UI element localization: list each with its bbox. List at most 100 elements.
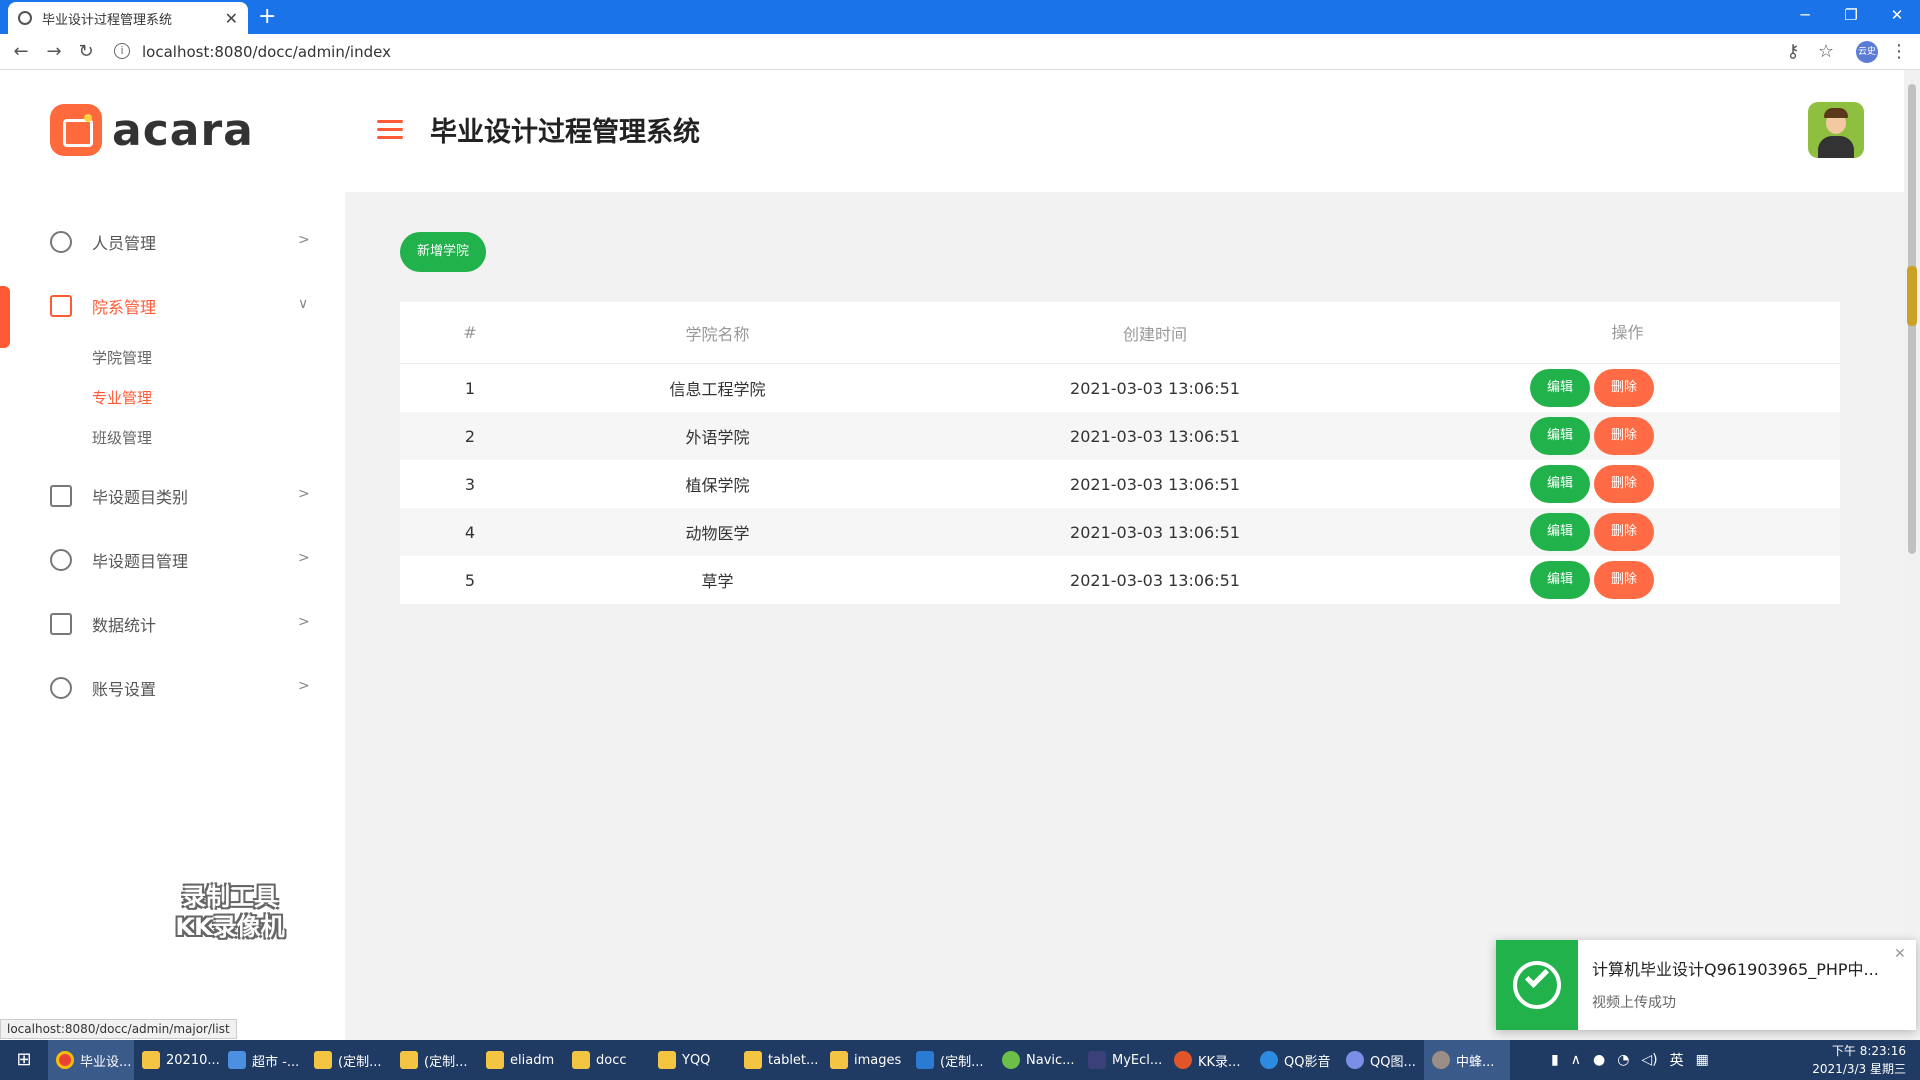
window-close-icon[interactable]: ✕	[1874, 0, 1920, 30]
delete-button[interactable]: 删除	[1594, 513, 1654, 551]
submenu-item-class[interactable]: 班级管理	[0, 418, 345, 458]
bookmark-star-icon[interactable]: ☆	[1815, 41, 1837, 63]
sidebar-item-personnel[interactable]: 人员管理 >	[0, 210, 345, 274]
clock-time: 下午 8:23:16	[1831, 1044, 1906, 1058]
taskbar-item[interactable]: (定制...	[908, 1040, 994, 1080]
avatar[interactable]	[1808, 102, 1864, 158]
taskbar-item[interactable]: QQ图...	[1338, 1040, 1424, 1080]
table-row: 2 外语学院 2021-03-03 13:06:51 编辑 删除	[400, 412, 1840, 460]
taskbar-item[interactable]: KK录...	[1166, 1040, 1252, 1080]
cell-actions: 编辑 删除	[1415, 508, 1840, 556]
taskbar-item[interactable]: (定制...	[306, 1040, 392, 1080]
delete-button[interactable]: 删除	[1594, 561, 1654, 599]
taskbar-item[interactable]: YQQ	[650, 1040, 736, 1080]
folder-icon	[744, 1051, 762, 1069]
active-indicator	[0, 286, 10, 348]
submenu-item-major[interactable]: 专业管理	[0, 378, 345, 418]
sidebar-item-label: 账号设置	[92, 680, 157, 699]
taskbar-item[interactable]: QQ影音	[1252, 1040, 1338, 1080]
add-college-button[interactable]: 新增学院	[400, 232, 486, 272]
chevron-up-icon[interactable]: ∧	[1571, 1052, 1581, 1068]
url-field[interactable]: localhost:8080/docc/admin/index	[142, 41, 391, 63]
minimize-icon[interactable]: ─	[1782, 0, 1828, 30]
sidebar-item-label: 院系管理	[92, 298, 157, 317]
sidebar-item-topic-management[interactable]: 毕设题目管理 >	[0, 528, 345, 592]
profile-avatar[interactable]: 云史	[1856, 41, 1878, 63]
taskbar-item[interactable]: docc	[564, 1040, 650, 1080]
qq-player-icon	[1260, 1051, 1278, 1069]
browser-tab-title: 毕业设计过程管理系统	[42, 12, 173, 28]
edit-button[interactable]: 编辑	[1530, 561, 1590, 599]
notification-title: 计算机毕业设计Q961903965_PHP中...	[1592, 960, 1879, 979]
site-info-icon[interactable]: i	[114, 43, 130, 59]
table-header: # 学院名称 创建时间 操作	[400, 302, 1840, 364]
folder-icon	[486, 1051, 504, 1069]
restore-icon[interactable]: ❐	[1828, 0, 1874, 30]
hamburger-menu-icon[interactable]	[377, 120, 403, 140]
logo[interactable]: acara	[50, 104, 254, 156]
cell-actions: 编辑 删除	[1415, 412, 1840, 460]
taskbar-item[interactable]: eliadm	[478, 1040, 564, 1080]
volume-icon[interactable]: ◁)	[1641, 1052, 1657, 1068]
sidebar-item-departments[interactable]: 院系管理 ∨	[0, 274, 345, 348]
ime-indicator[interactable]: 英	[1670, 1050, 1684, 1070]
taskbar-item[interactable]: images	[822, 1040, 908, 1080]
cell-actions: 编辑 删除	[1415, 364, 1840, 412]
forward-icon[interactable]: →	[43, 41, 65, 63]
back-icon[interactable]: ←	[10, 41, 32, 63]
taskbar-item[interactable]: 毕业设...	[48, 1040, 134, 1080]
browser-tab[interactable]: 毕业设计过程管理系统 ✕	[8, 2, 248, 34]
taskbar-item[interactable]: 中蜂...	[1424, 1040, 1510, 1080]
new-tab-button[interactable]: +	[258, 4, 276, 30]
upload-notification[interactable]: 计算机毕业设计Q961903965_PHP中... 视频上传成功 ✕	[1496, 940, 1916, 1030]
battery-icon[interactable]: ▮	[1551, 1052, 1559, 1068]
reload-icon[interactable]: ↻	[75, 41, 97, 63]
keyboard-icon[interactable]: ▦	[1696, 1052, 1709, 1068]
recorder-watermark: 录制工具 KK录像机	[160, 882, 300, 942]
clock[interactable]: 下午 8:23:16 2021/3/3 星期三	[1806, 1042, 1906, 1078]
folder-icon	[400, 1051, 418, 1069]
edit-button[interactable]: 编辑	[1530, 369, 1590, 407]
taskbar-item[interactable]: MyEcl...	[1080, 1040, 1166, 1080]
windows-start-icon[interactable]: ⊞	[0, 1040, 48, 1080]
avatar-hair	[1824, 108, 1848, 118]
key-icon[interactable]: ⚷	[1782, 41, 1804, 63]
sidebar-item-label: 毕设题目管理	[92, 552, 189, 571]
tray-app-icon[interactable]: ●	[1593, 1052, 1605, 1068]
qq-image-icon	[1346, 1051, 1364, 1069]
close-icon[interactable]: ✕	[225, 9, 238, 28]
delete-button[interactable]: 删除	[1594, 417, 1654, 455]
edit-button[interactable]: 编辑	[1530, 465, 1590, 503]
cell-index: 1	[464, 378, 476, 398]
chevron-right-icon: >	[298, 232, 310, 248]
close-icon[interactable]: ✕	[1894, 946, 1906, 962]
delete-button[interactable]: 删除	[1594, 465, 1654, 503]
chevron-right-icon: >	[298, 678, 310, 694]
main-content: 新增学院 # 学院名称 创建时间 操作 1 信息工程学院 2021-03-03 …	[345, 192, 1904, 1040]
browser-menu-icon[interactable]: ⋮	[1888, 41, 1910, 63]
page-scrollbar[interactable]	[1904, 70, 1920, 1040]
sidebar-item-topic-category[interactable]: 毕设题目类别 >	[0, 464, 345, 528]
college-table: # 学院名称 创建时间 操作 1 信息工程学院 2021-03-03 13:06…	[400, 302, 1840, 604]
table-row: 3 植保学院 2021-03-03 13:06:51 编辑 删除	[400, 460, 1840, 508]
taskbar-item[interactable]: 超市 -...	[220, 1040, 306, 1080]
taskbar-item[interactable]: tablet...	[736, 1040, 822, 1080]
chevron-down-icon: ∨	[298, 296, 309, 312]
edit-button[interactable]: 编辑	[1530, 513, 1590, 551]
delete-button[interactable]: 删除	[1594, 369, 1654, 407]
app-icon	[1432, 1051, 1450, 1069]
network-icon[interactable]: ◔	[1617, 1052, 1629, 1068]
user-icon	[50, 231, 72, 253]
column-header-created: 创建时间	[1122, 324, 1187, 344]
submenu-item-college[interactable]: 学院管理	[0, 338, 345, 378]
sidebar-item-statistics[interactable]: 数据统计 >	[0, 592, 345, 656]
taskbar-item[interactable]: 20210...	[134, 1040, 220, 1080]
sliders-icon	[50, 295, 72, 317]
logo-icon	[50, 104, 102, 156]
taskbar-item[interactable]: (定制...	[392, 1040, 478, 1080]
folder-icon	[314, 1051, 332, 1069]
taskbar-item[interactable]: Navic...	[994, 1040, 1080, 1080]
sidebar-item-account-settings[interactable]: 账号设置 >	[0, 656, 345, 720]
gear-icon	[50, 677, 72, 699]
edit-button[interactable]: 编辑	[1530, 417, 1590, 455]
